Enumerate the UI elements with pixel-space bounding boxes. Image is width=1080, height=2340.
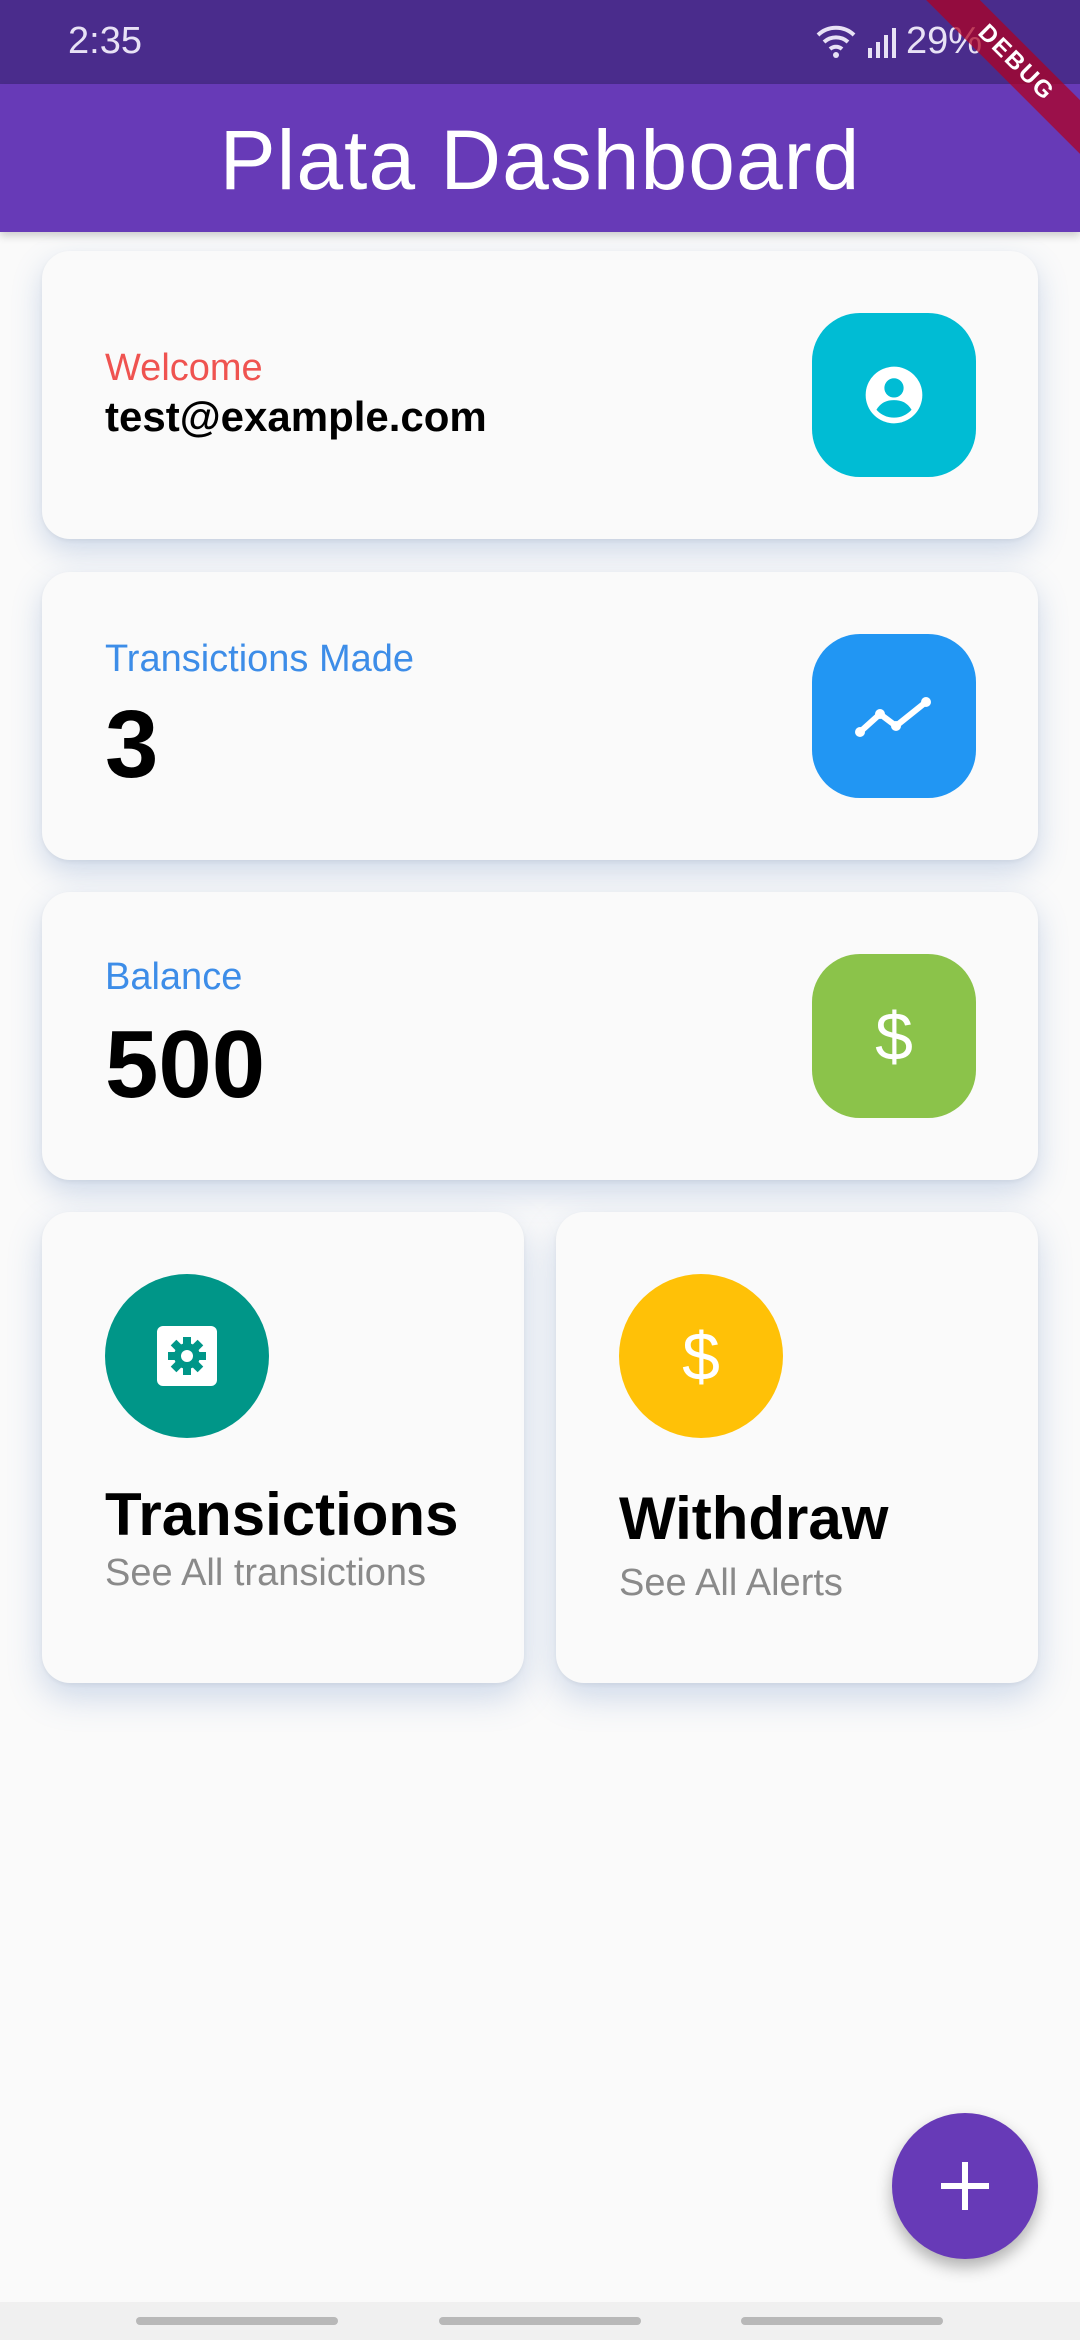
account-circle-icon xyxy=(812,313,976,477)
nav-back-handle[interactable] xyxy=(741,2317,943,2325)
add-button[interactable] xyxy=(892,2113,1038,2259)
signal-icon xyxy=(866,26,896,58)
balance-label: Balance xyxy=(105,956,243,998)
debug-label: DEBUG xyxy=(920,0,1080,160)
app-bar: Plata Dashboard xyxy=(0,84,1080,232)
transactions-tile[interactable]: Transictions See All transictions xyxy=(42,1212,524,1683)
dollar-icon: $ xyxy=(812,954,976,1118)
welcome-label: Welcome xyxy=(105,347,263,389)
balance-card[interactable]: Balance 500 $ xyxy=(42,892,1038,1180)
nav-recents-handle[interactable] xyxy=(136,2317,338,2325)
svg-text:$: $ xyxy=(875,1000,913,1072)
balance-value: 500 xyxy=(105,1011,266,1118)
trending-up-icon xyxy=(812,634,976,798)
transactions-made-label: Transictions Made xyxy=(105,638,415,680)
transactions-tile-title: Transictions xyxy=(105,1481,459,1548)
system-nav-bar xyxy=(0,2302,1080,2340)
wifi-icon xyxy=(816,25,856,59)
settings-applications-icon xyxy=(105,1274,269,1438)
status-bar: 2:35 29% xyxy=(0,0,1080,84)
dollar-icon: $ xyxy=(619,1274,783,1438)
transactions-made-card[interactable]: Transictions Made 3 xyxy=(42,572,1038,860)
transactions-tile-subtitle: See All transictions xyxy=(105,1552,427,1594)
withdraw-tile-subtitle: See All Alerts xyxy=(619,1562,843,1604)
welcome-card[interactable]: Welcome test@example.com xyxy=(42,251,1038,539)
page-title: Plata Dashboard xyxy=(219,112,861,207)
plus-icon xyxy=(941,2162,989,2210)
withdraw-tile[interactable]: $ Withdraw See All Alerts xyxy=(556,1212,1038,1683)
svg-text:$: $ xyxy=(682,1320,720,1392)
debug-banner: DEBUG xyxy=(920,0,1080,160)
nav-home-handle[interactable] xyxy=(439,2317,641,2325)
user-email: test@example.com xyxy=(105,393,487,440)
withdraw-tile-title: Withdraw xyxy=(619,1485,889,1552)
status-time: 2:35 xyxy=(68,20,142,62)
transactions-count: 3 xyxy=(105,691,159,798)
